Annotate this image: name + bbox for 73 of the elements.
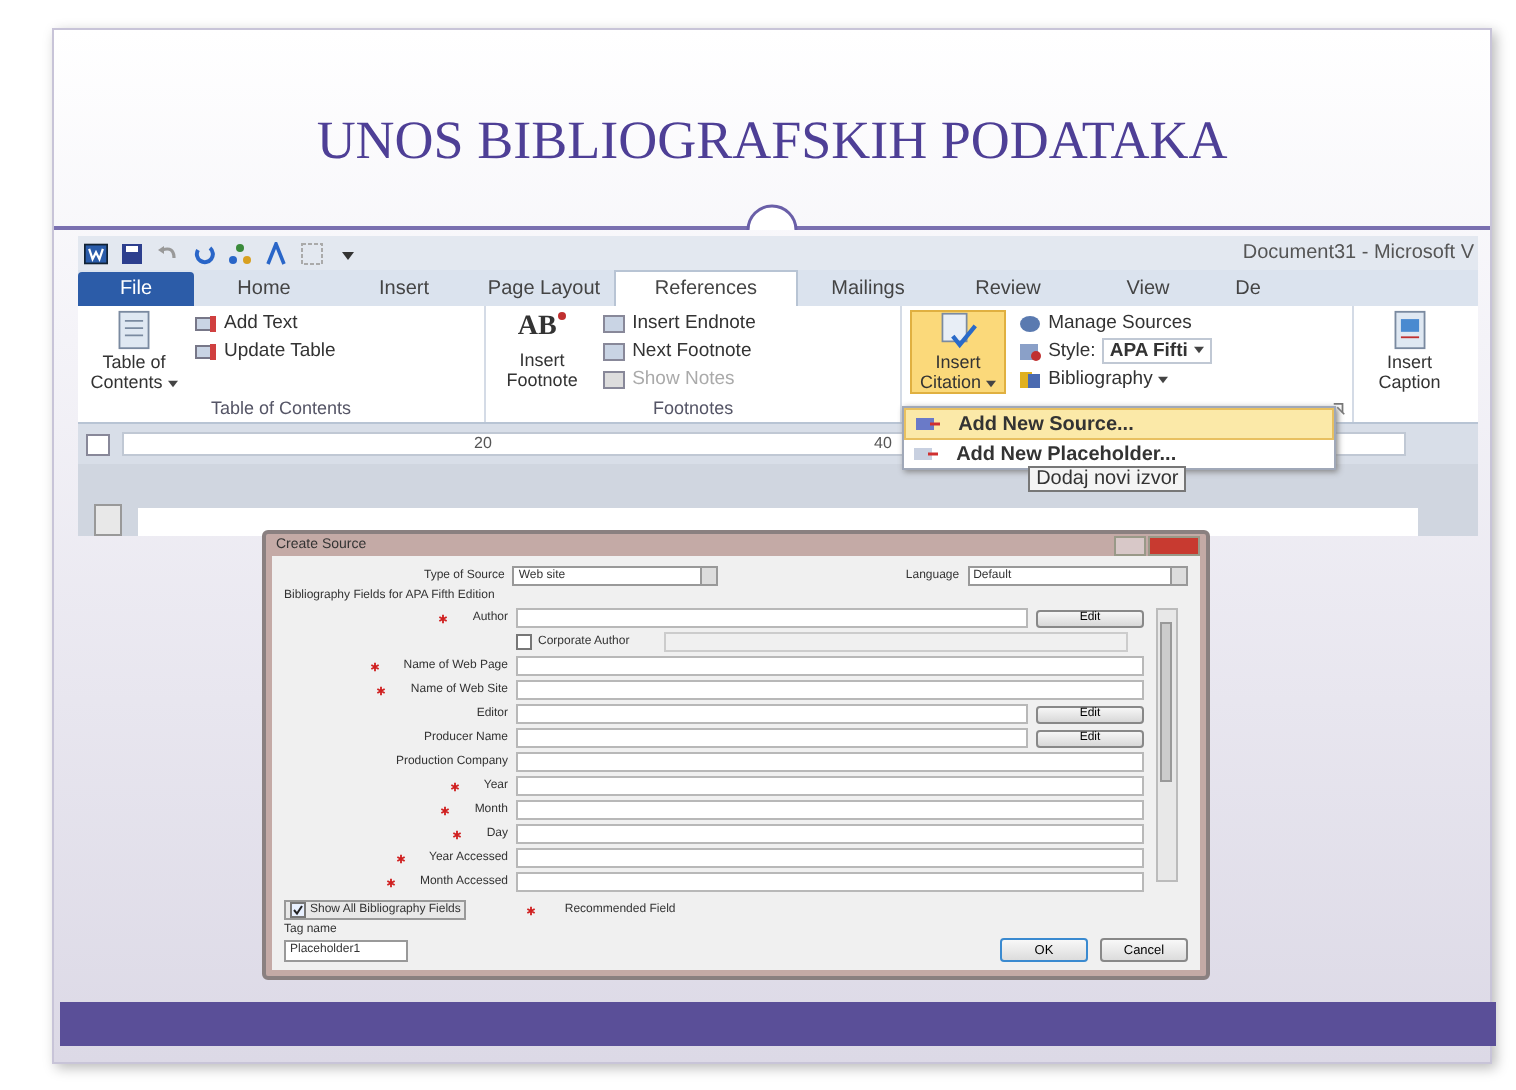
ribbon-tab[interactable]: Mailings [798,272,938,306]
word-logo-icon[interactable] [84,241,108,265]
ribbon-tab[interactable]: Home [194,272,334,306]
text-color-icon[interactable] [264,241,288,265]
dialog-launcher-icon[interactable] [1331,402,1346,416]
text-field[interactable] [516,848,1144,868]
save-icon[interactable] [120,241,144,265]
manage-sources-button[interactable]: Manage Sources [1018,310,1212,336]
text-field[interactable] [663,632,1128,652]
document-check-icon [938,312,979,350]
text-field[interactable] [516,728,1028,748]
bibliography-button[interactable]: Bibliography [1018,366,1212,392]
checkbox[interactable] [516,634,532,650]
scrollbar[interactable] [1156,608,1178,882]
ribbon-tab[interactable]: File [78,272,194,306]
group-label: Table of Contents [209,398,354,422]
ribbon-small-button[interactable]: Update Table [194,338,336,364]
checkmark-icon [292,904,304,916]
text-field[interactable] [516,824,1144,844]
recommended-marker-icon [526,905,537,915]
text-field[interactable] [516,800,1144,820]
document-arrow-icon [914,414,943,434]
text-field[interactable] [516,608,1028,628]
text-field[interactable] [516,776,1144,796]
text-field[interactable] [516,680,1144,700]
caret-icon [167,379,178,388]
ribbon-small-button[interactable]: Insert Endnote [602,310,756,336]
tab-selector-button[interactable] [86,433,110,455]
note-icon [602,369,627,389]
ribbon-small-button[interactable]: Add Text [194,310,336,336]
tooltip: Dodaj novi izvor [1028,466,1187,492]
note-icon [602,341,627,361]
close-button[interactable] [1148,535,1200,555]
redo-icon[interactable] [192,241,216,265]
text-field[interactable] [516,752,1144,772]
insert-citation-button[interactable]: Insert Citation [910,310,1007,394]
ribbon-tab[interactable]: De [1218,272,1278,306]
caret-icon [1158,375,1169,383]
menu-item[interactable]: Add New Placeholder... [904,440,1335,468]
window-title: Document31 - Microsoft V [1242,242,1476,264]
ribbon-tab[interactable]: Review [938,272,1078,306]
style-dropdown[interactable]: APA Fifti [1101,338,1212,364]
text-field[interactable] [516,704,1028,724]
ruler-number: 20 [474,434,492,454]
text-field[interactable] [516,872,1144,892]
group-label: Footnotes [651,398,736,422]
style-icon [1018,341,1043,361]
ribbon-tab[interactable]: Insert [334,272,474,306]
caret-icon [1193,346,1204,355]
ribbon-tab[interactable]: View [1078,272,1218,306]
text-field[interactable] [516,656,1144,676]
menu-item[interactable]: Add New Source... [904,408,1335,440]
ruler-number: 40 [874,434,892,454]
insert-caption-button[interactable]: Insert Caption [1361,310,1458,392]
caret-icon [986,379,997,388]
ribbon-small-button[interactable]: Next Footnote [602,338,756,364]
note-icon [602,313,627,333]
books-icon [1018,369,1043,389]
insert-footnote-button[interactable]: AB Insert Footnote [494,310,591,398]
minimize-button[interactable] [1114,535,1146,555]
slide-title: UNOS BIBLIOGRAFSKIH PODATAKA [314,108,1230,174]
ribbon-tab[interactable]: References [614,270,798,306]
diagram-icon[interactable] [228,241,252,265]
database-icon [1018,313,1043,333]
layout-icon[interactable] [300,241,324,265]
style-label: Style: [1048,340,1096,362]
circle-ornament-icon [746,202,798,230]
ribbon-tab[interactable]: Page Layout [474,272,614,306]
page-margin-box [94,504,122,536]
document-arrow-icon [912,444,941,464]
picture-caption-icon [1389,310,1430,350]
table-of-contents-button[interactable]: Table of Contents [86,310,182,398]
document-list-icon [114,310,154,350]
